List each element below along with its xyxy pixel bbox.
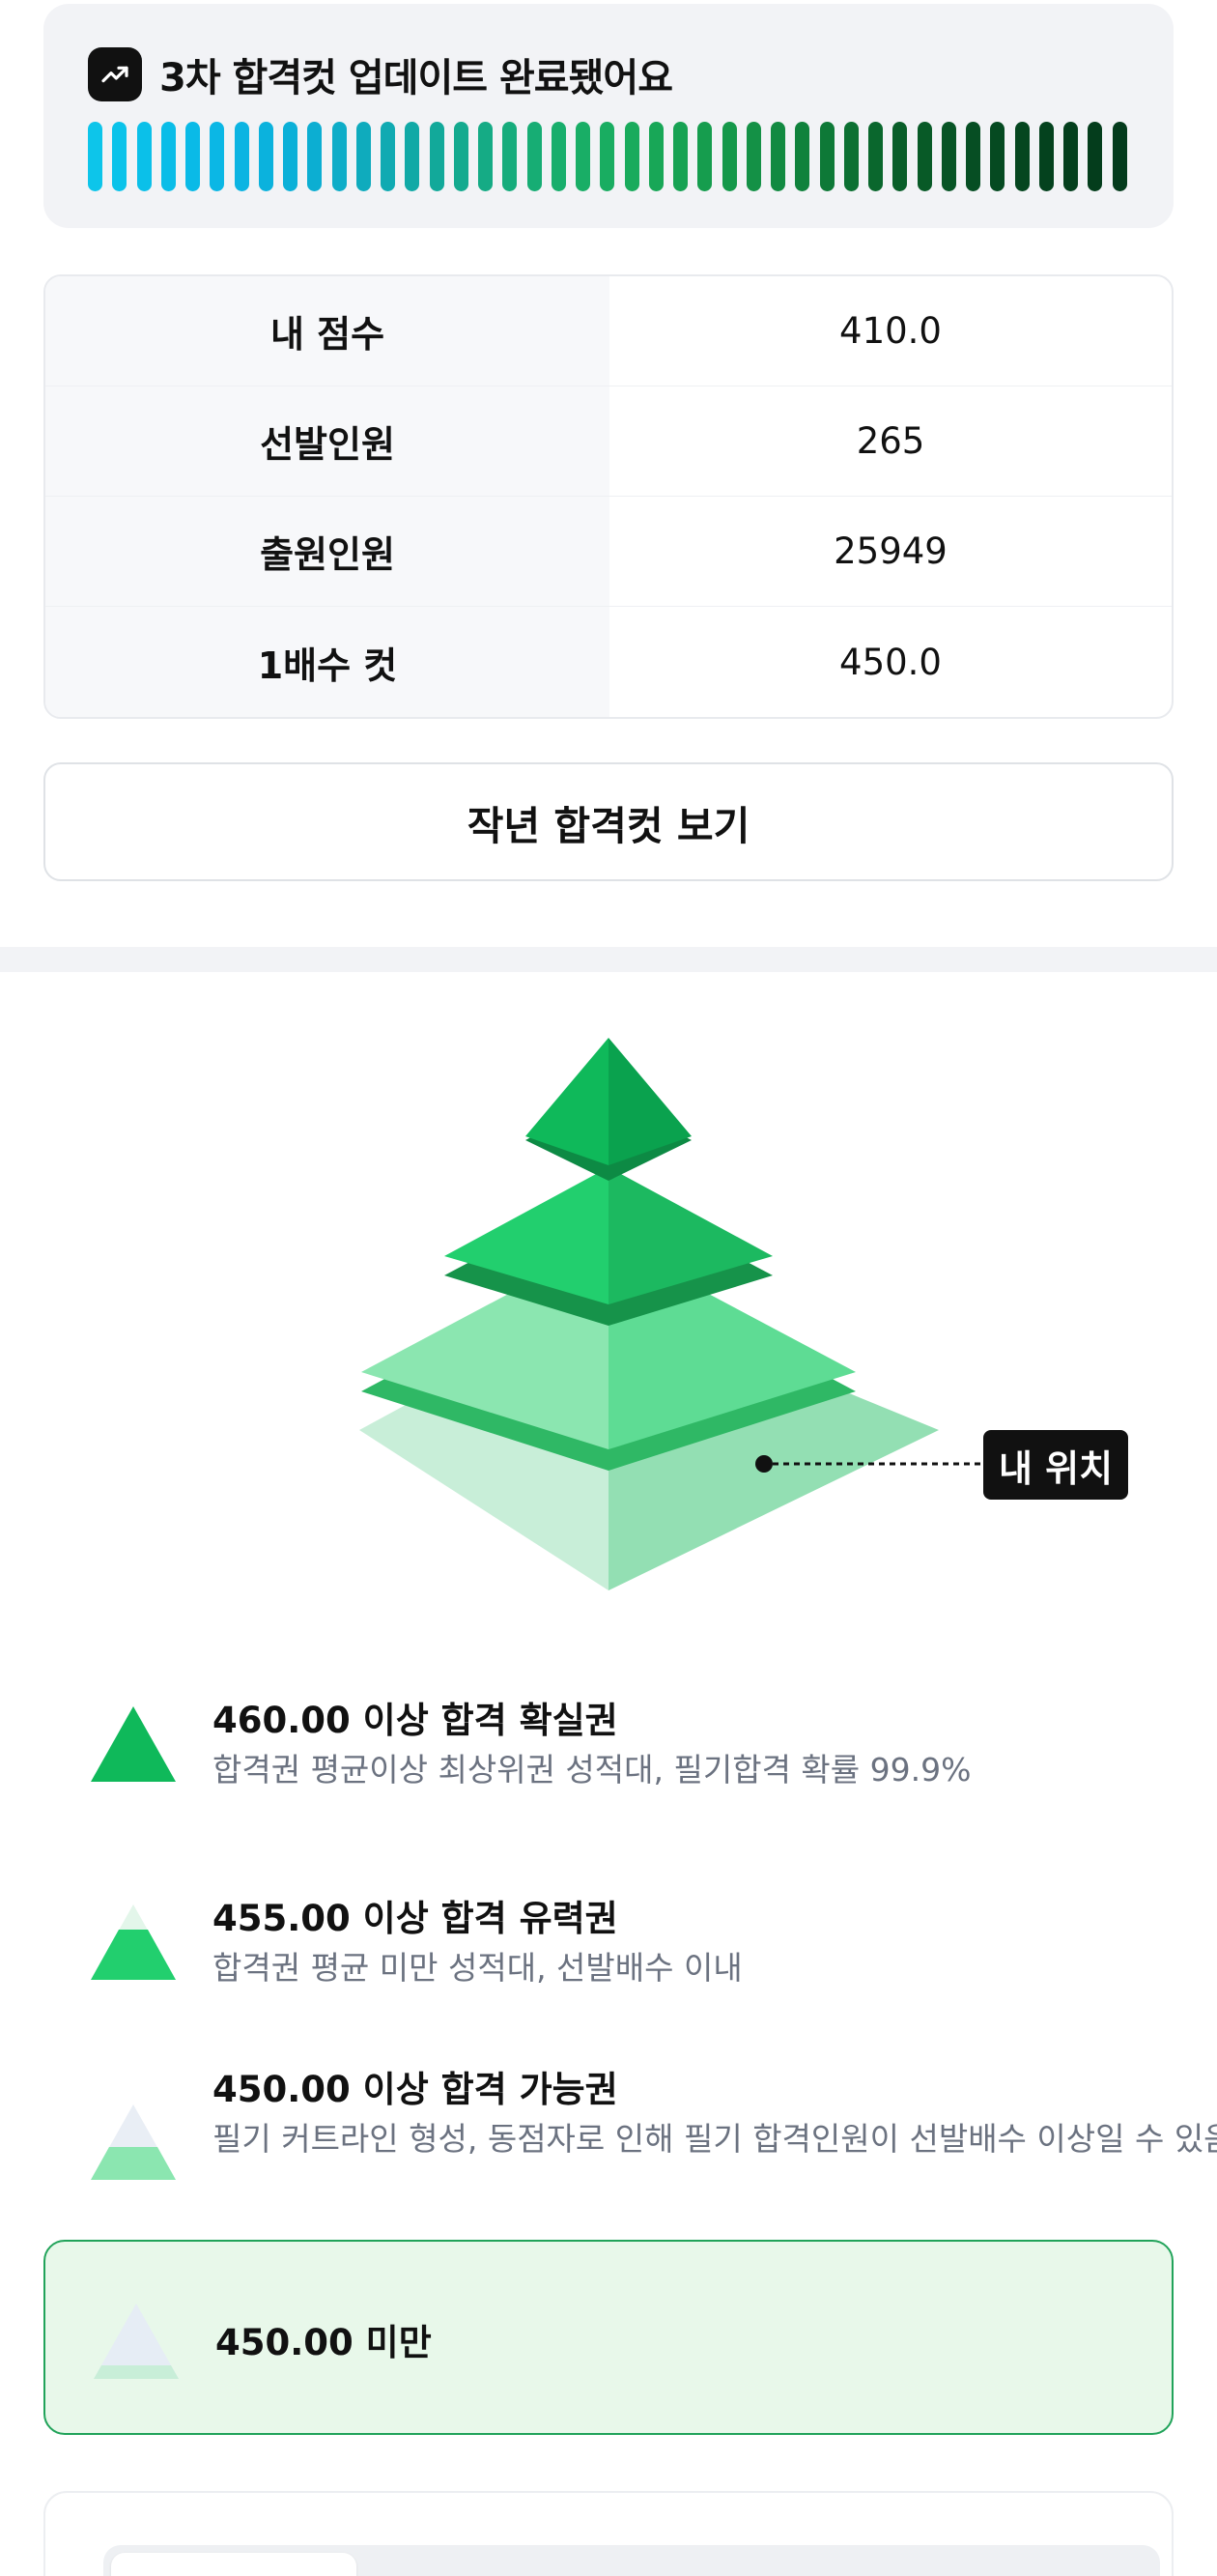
row-value: 450.0 bbox=[839, 641, 942, 683]
progress-bars bbox=[88, 122, 1127, 191]
progress-bar-segment bbox=[722, 122, 737, 191]
progress-bar-segment bbox=[405, 122, 420, 191]
progress-bar-segment bbox=[1063, 122, 1078, 191]
tier-3-triangle-icon bbox=[91, 2104, 176, 2180]
progress-bar-segment bbox=[1014, 122, 1030, 191]
legend-desc: 합격권 평균 미만 성적대, 선발배수 이내 bbox=[212, 1949, 743, 1987]
progress-bar-segment bbox=[795, 122, 810, 191]
progress-bar-segment bbox=[283, 122, 297, 191]
row-value: 25949 bbox=[834, 530, 948, 572]
progress-bar-segment bbox=[381, 122, 395, 191]
tier-4-triangle-icon bbox=[94, 2304, 179, 2379]
progress-bar-segment bbox=[892, 122, 908, 191]
progress-bar-segment bbox=[746, 122, 761, 191]
progress-bar-segment bbox=[990, 122, 1005, 191]
table-row: 출원인원 25949 bbox=[45, 497, 1172, 607]
banner-title: 3차 합격컷 업데이트 완료됐어요 bbox=[159, 56, 673, 100]
table-row: 1배수 컷 450.0 bbox=[45, 607, 1172, 717]
legend-title: 460.00 이상 합격 확실권 bbox=[212, 1700, 618, 1741]
progress-bar-segment bbox=[843, 122, 859, 191]
progress-bar-segment bbox=[941, 122, 956, 191]
progress-bar-segment bbox=[868, 122, 883, 191]
progress-bar-segment bbox=[331, 122, 347, 191]
tab-active[interactable] bbox=[111, 2553, 356, 2576]
legend-item-certain: 460.00 이상 합격 확실권 합격권 평균이상 최상위권 성적대, 필기합격… bbox=[89, 1691, 1151, 1826]
progress-bar-segment bbox=[526, 122, 542, 191]
progress-bar-segment bbox=[502, 122, 518, 191]
progress-bar-segment bbox=[600, 122, 615, 191]
tier-2-triangle-icon bbox=[91, 1904, 176, 1980]
progress-bar-segment bbox=[697, 122, 713, 191]
legend-desc: 필기 커트라인 형성, 동점자로 인해 필기 합격인원이 선발배수 이상일 수 … bbox=[212, 2120, 1217, 2158]
my-position-dot bbox=[755, 1455, 773, 1473]
progress-bar-segment bbox=[88, 122, 102, 191]
legend-item-below: 450.00 미만 bbox=[43, 2240, 1174, 2435]
progress-bar-segment bbox=[648, 122, 664, 191]
row-label: 1배수 컷 bbox=[45, 607, 609, 717]
progress-bar-segment bbox=[819, 122, 835, 191]
progress-bar-segment bbox=[576, 122, 590, 191]
progress-bar-segment bbox=[136, 122, 152, 191]
legend-title: 450.00 이상 합격 가능권 bbox=[212, 2069, 618, 2110]
progress-bar-segment bbox=[160, 122, 176, 191]
row-label: 내 점수 bbox=[45, 276, 609, 386]
table-row: 선발인원 265 bbox=[45, 386, 1172, 497]
update-banner: 3차 합격컷 업데이트 완료됐어요 bbox=[43, 4, 1174, 228]
section-divider bbox=[0, 947, 1217, 972]
progress-bar-segment bbox=[453, 122, 468, 191]
row-label: 출원인원 bbox=[45, 497, 609, 606]
legend-title: 455.00 이상 합격 유력권 bbox=[212, 1898, 618, 1939]
progress-bar-segment bbox=[429, 122, 444, 191]
last-year-cutoff-button[interactable]: 작년 합격컷 보기 bbox=[43, 762, 1174, 881]
progress-bar-segment bbox=[478, 122, 493, 191]
progress-bar-segment bbox=[185, 122, 200, 191]
progress-bar-segment bbox=[673, 122, 688, 191]
legend-item-possible: 450.00 이상 합격 가능권 필기 커트라인 형성, 동점자로 인해 필기 … bbox=[89, 2060, 1217, 2224]
segmented-tabs bbox=[103, 2545, 1160, 2576]
row-value: 265 bbox=[856, 420, 925, 462]
progress-bar-segment bbox=[1088, 122, 1103, 191]
my-position-label: 내 위치 bbox=[983, 1430, 1128, 1500]
progress-bar-segment bbox=[624, 122, 639, 191]
row-label: 선발인원 bbox=[45, 386, 609, 496]
progress-bar-segment bbox=[234, 122, 249, 191]
legend-desc: 합격권 평균이상 최상위권 성적대, 필기합격 확률 99.9% bbox=[212, 1751, 972, 1789]
progress-bar-segment bbox=[1112, 122, 1127, 191]
banner-header: 3차 합격컷 업데이트 완료됐어요 bbox=[88, 46, 673, 102]
table-row: 내 점수 410.0 bbox=[45, 276, 1172, 386]
progress-bar-segment bbox=[258, 122, 273, 191]
pass-range-pyramid bbox=[359, 1038, 983, 1590]
trending-up-icon bbox=[88, 47, 142, 101]
progress-bar-segment bbox=[771, 122, 785, 191]
progress-bar-segment bbox=[355, 122, 371, 191]
row-value: 410.0 bbox=[839, 310, 942, 352]
progress-bar-segment bbox=[917, 122, 932, 191]
progress-bar-segment bbox=[307, 122, 323, 191]
progress-bar-segment bbox=[551, 122, 566, 191]
progress-bar-segment bbox=[112, 122, 127, 191]
legend-title: 450.00 미만 bbox=[215, 2322, 432, 2363]
score-info-table: 내 점수 410.0 선발인원 265 출원인원 25949 1배수 컷 450… bbox=[43, 274, 1174, 719]
progress-bar-segment bbox=[966, 122, 980, 191]
tabs-card bbox=[43, 2491, 1174, 2576]
tier-1-triangle-icon bbox=[91, 1706, 176, 1782]
legend-item-likely: 455.00 이상 합격 유력권 합격권 평균 미만 성적대, 선발배수 이내 bbox=[89, 1889, 1151, 2024]
progress-bar-segment bbox=[1038, 122, 1054, 191]
progress-bar-segment bbox=[210, 122, 225, 191]
